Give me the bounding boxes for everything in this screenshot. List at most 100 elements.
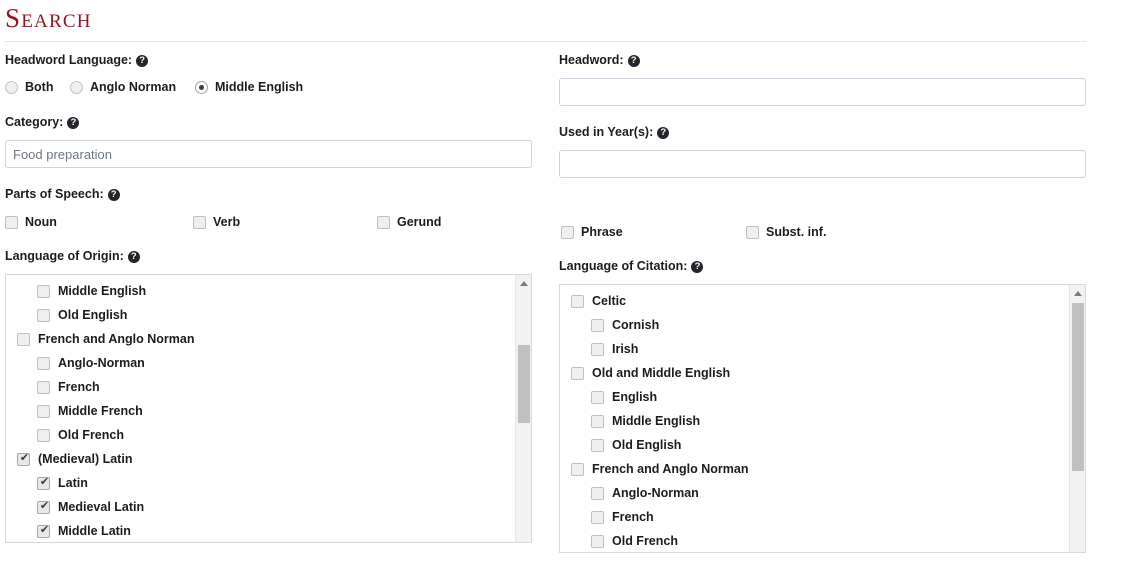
language-of-citation-listbox[interactable]: Celtic Cornish Irish Old and Middle English… <box>559 284 1086 553</box>
headword-label-text: Headword: <box>559 53 624 67</box>
tree-item-label: French and Anglo Norman <box>592 462 749 476</box>
checkbox-subst-inf[interactable]: Subst. inf. <box>746 225 826 239</box>
checkbox-box[interactable] <box>5 215 18 229</box>
language-of-citation-tree: Celtic Cornish Irish Old and Middle English… <box>560 285 1070 552</box>
checkbox-box[interactable] <box>17 332 30 346</box>
checkbox-box[interactable] <box>591 414 604 428</box>
tree-item[interactable]: Irish <box>560 337 1070 361</box>
checkbox-noun[interactable]: Noun <box>5 215 57 229</box>
language-of-origin-tree: Middle English Old English French and Angl… <box>6 275 516 542</box>
checkbox-box[interactable] <box>591 318 604 332</box>
right-column: Headword: ? Used in Year(s): ? Phrase Sub… <box>559 52 1086 553</box>
tree-item[interactable]: French <box>6 375 516 399</box>
checkbox-box[interactable] <box>571 366 584 380</box>
tree-item-label: Latin <box>58 476 88 490</box>
scrollbar-thumb[interactable] <box>518 345 530 423</box>
language-of-origin-listbox[interactable]: Middle English Old English French and Angl… <box>5 274 532 543</box>
checkbox-box[interactable] <box>37 475 51 490</box>
tree-item-label: English <box>612 390 658 404</box>
checkbox-box[interactable] <box>591 534 604 548</box>
radio-middle-english[interactable]: Middle English <box>195 80 303 94</box>
tree-item[interactable]: Old French <box>560 529 1070 552</box>
title-divider <box>5 41 1086 42</box>
used-in-years-input[interactable] <box>559 150 1086 178</box>
used-in-years-label: Used in Year(s): ? <box>559 124 1086 140</box>
radio-both[interactable]: Both <box>5 80 53 94</box>
help-icon[interactable]: ? <box>691 261 704 273</box>
checkbox-box[interactable] <box>37 380 50 394</box>
checkbox-box[interactable] <box>591 342 604 356</box>
tree-item[interactable]: Middle English <box>6 279 516 303</box>
tree-item[interactable]: Old English <box>560 433 1070 457</box>
scrollbar-track[interactable] <box>515 275 531 542</box>
category-input[interactable] <box>5 140 532 168</box>
tree-item-label: Irish <box>612 342 639 356</box>
tree-item[interactable]: Old English <box>6 303 516 327</box>
checkbox-box[interactable] <box>193 215 206 229</box>
tree-item-label: Old French <box>58 428 124 442</box>
tree-item-label: Old English <box>58 308 128 322</box>
radio-dot[interactable] <box>70 80 83 94</box>
tree-item[interactable]: Anglo-Norman <box>6 351 516 375</box>
tree-item-label: Old French <box>612 534 678 548</box>
checkbox-box[interactable] <box>591 510 604 524</box>
checkbox-box[interactable] <box>591 438 604 452</box>
tree-item-label: Old and Middle English <box>592 366 731 380</box>
language-of-citation-label-text: Language of Citation: <box>559 259 688 273</box>
checkbox-box[interactable] <box>571 462 584 476</box>
tree-item[interactable]: English <box>560 385 1070 409</box>
language-of-origin-label: Language of Origin: ? <box>5 248 532 264</box>
checkbox-box[interactable] <box>17 451 31 466</box>
tree-item-label: French and Anglo Norman <box>38 332 195 346</box>
tree-item[interactable]: French <box>560 505 1070 529</box>
tree-item[interactable]: Middle Latin <box>6 519 516 542</box>
checkbox-gerund[interactable]: Gerund <box>377 215 441 229</box>
tree-item-label: Old English <box>612 438 682 452</box>
checkbox-label: Verb <box>213 215 241 229</box>
help-icon[interactable]: ? <box>107 189 120 201</box>
tree-item[interactable]: Medieval Latin <box>6 495 516 519</box>
tree-item[interactable]: Latin <box>6 471 516 495</box>
scroll-up-arrow-icon[interactable] <box>1070 285 1085 301</box>
scrollbar-track[interactable] <box>1069 285 1085 552</box>
tree-item[interactable]: Old French <box>6 423 516 447</box>
help-icon[interactable]: ? <box>127 251 140 263</box>
checkbox-label: Subst. inf. <box>766 225 827 239</box>
checkbox-box[interactable] <box>377 215 390 229</box>
radio-dot[interactable] <box>5 80 18 94</box>
tree-item[interactable]: Old and Middle English <box>560 361 1070 385</box>
tree-item[interactable]: Middle French <box>6 399 516 423</box>
checkbox-box[interactable] <box>37 284 50 298</box>
checkbox-box[interactable] <box>571 294 584 308</box>
scrollbar-thumb[interactable] <box>1072 303 1084 471</box>
checkbox-verb[interactable]: Verb <box>193 215 240 229</box>
help-icon[interactable]: ? <box>136 55 149 67</box>
help-icon[interactable]: ? <box>67 117 80 129</box>
checkbox-box[interactable] <box>561 225 574 239</box>
checkbox-box[interactable] <box>37 404 50 418</box>
checkbox-box[interactable] <box>37 308 50 322</box>
checkbox-box[interactable] <box>37 356 50 370</box>
scroll-up-arrow-icon[interactable] <box>516 275 531 291</box>
radio-dot[interactable] <box>195 80 208 94</box>
tree-item[interactable]: Middle English <box>560 409 1070 433</box>
headword-input[interactable] <box>559 78 1086 106</box>
checkbox-box[interactable] <box>37 428 50 442</box>
checkbox-box[interactable] <box>37 523 51 538</box>
tree-item[interactable]: French and Anglo Norman <box>560 457 1070 481</box>
checkbox-label: Noun <box>25 215 57 229</box>
checkbox-box[interactable] <box>591 486 604 500</box>
checkbox-phrase[interactable]: Phrase <box>561 225 623 239</box>
page-title: Search <box>5 3 92 33</box>
help-icon[interactable]: ? <box>627 55 640 67</box>
tree-item[interactable]: Cornish <box>560 313 1070 337</box>
checkbox-box[interactable] <box>591 390 604 404</box>
checkbox-box[interactable] <box>746 225 759 239</box>
tree-item[interactable]: Anglo-Norman <box>560 481 1070 505</box>
help-icon[interactable]: ? <box>657 127 670 139</box>
tree-item[interactable]: (Medieval) Latin <box>6 447 516 471</box>
checkbox-box[interactable] <box>37 499 51 514</box>
radio-anglo-norman[interactable]: Anglo Norman <box>70 80 176 94</box>
tree-item[interactable]: French and Anglo Norman <box>6 327 516 351</box>
tree-item[interactable]: Celtic <box>560 289 1070 313</box>
